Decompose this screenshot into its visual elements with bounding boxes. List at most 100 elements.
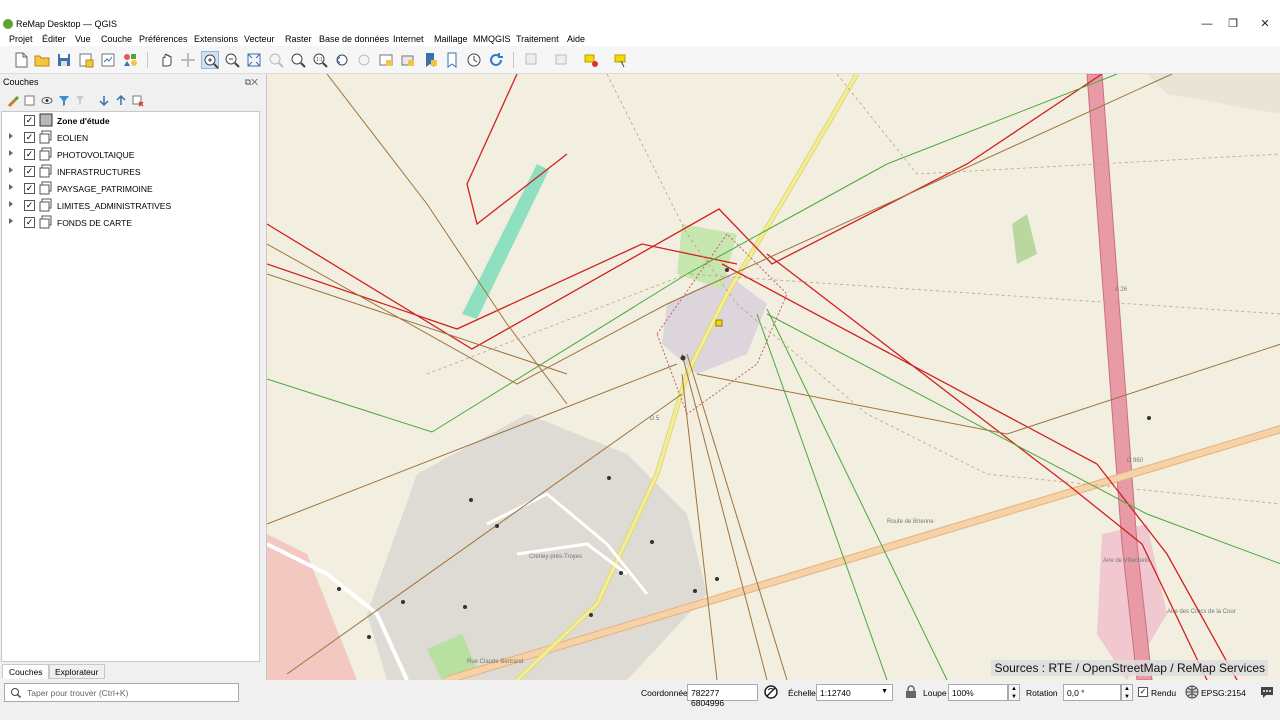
show-bookmarks-icon[interactable] — [443, 51, 461, 69]
magnifier-field[interactable]: 100% — [948, 684, 1008, 701]
layer-group-paysage-patrimoine[interactable]: ✓ PAYSAGE_PATRIMOINE — [2, 180, 257, 197]
close-button[interactable]: ✕ — [1251, 16, 1279, 32]
new-bookmark-icon[interactable] — [421, 51, 439, 69]
globe-crs-icon[interactable] — [1185, 685, 1199, 699]
map-canvas[interactable]: A 26 D 960 D 5 Creney-près-Troyes Route … — [266, 74, 1280, 680]
filter-icon[interactable] — [57, 94, 71, 107]
layer-row-zone-etude[interactable]: ✓ Zone d'étude — [2, 112, 257, 129]
layer-checkbox[interactable]: ✓ — [24, 115, 35, 126]
layer-name: INFRASTRUCTURES — [57, 167, 141, 177]
add-group-icon[interactable] — [23, 94, 37, 107]
menu-mmqgis[interactable]: MMQGIS — [473, 34, 511, 44]
menu-maillage[interactable]: Maillage — [434, 34, 468, 44]
layer-group-icon — [39, 198, 53, 212]
messages-icon[interactable] — [1259, 685, 1275, 699]
menu-raster[interactable]: Raster — [285, 34, 312, 44]
menu-base-de-donnees[interactable]: Base de données — [319, 34, 389, 44]
select-by-expression-icon[interactable] — [613, 51, 631, 69]
menu-editer[interactable]: Éditer — [42, 34, 66, 44]
expand-arrow-icon[interactable] — [9, 184, 13, 190]
magnifier-label: Loupe — [923, 688, 947, 698]
expand-arrow-icon[interactable] — [9, 150, 13, 156]
expand-arrow-icon[interactable] — [9, 218, 13, 224]
layer-checkbox[interactable]: ✓ — [24, 132, 35, 143]
menu-couche[interactable]: Couche — [101, 34, 132, 44]
open-project-icon[interactable] — [33, 51, 51, 69]
new-project-icon[interactable] — [12, 51, 30, 69]
menu-extensions[interactable]: Extensions — [194, 34, 238, 44]
layer-checkbox[interactable]: ✓ — [24, 166, 35, 177]
menu-projet[interactable]: Projet — [9, 34, 33, 44]
panel-controls[interactable]: ⧉✕ — [245, 77, 258, 88]
rotation-field[interactable]: 0,0 ° — [1063, 684, 1121, 701]
rotation-spinner[interactable]: ▲ ▼ — [1121, 684, 1133, 701]
chevron-down-icon: ▼ — [881, 688, 888, 695]
deselect-all-icon[interactable] — [583, 51, 601, 69]
identify-features-icon[interactable] — [523, 51, 541, 69]
menu-bar: Projet Éditer Vue Couche Préférences Ext… — [0, 32, 1280, 46]
filter-expression-icon[interactable] — [74, 94, 88, 107]
pan-map-icon[interactable] — [157, 51, 175, 69]
menu-internet[interactable]: Internet — [393, 34, 424, 44]
select-features-icon[interactable] — [553, 51, 571, 69]
pan-to-selection-icon[interactable] — [179, 51, 197, 69]
search-input[interactable] — [27, 686, 232, 700]
style-manager-icon[interactable] — [121, 51, 139, 69]
layer-group-infrastructures[interactable]: ✓ INFRASTRUCTURES — [2, 163, 257, 180]
layer-group-fonds-de-carte[interactable]: ✓ FONDS DE CARTE — [2, 214, 257, 231]
expand-arrow-icon[interactable] — [9, 133, 13, 139]
expand-arrow-icon[interactable] — [9, 167, 13, 173]
expand-arrow-icon[interactable] — [9, 201, 13, 207]
menu-preferences[interactable]: Préférences — [139, 34, 188, 44]
refresh-icon[interactable] — [487, 51, 505, 69]
status-bar: Coordonnée 782277 6804996 Échelle 1:1274… — [0, 680, 1280, 720]
style-brush-icon[interactable] — [6, 94, 20, 107]
remove-layer-icon[interactable] — [131, 94, 145, 107]
new-map-view-icon[interactable] — [377, 51, 395, 69]
minimize-button[interactable]: — — [1193, 16, 1221, 32]
layer-group-eolien[interactable]: ✓ EOLIEN — [2, 129, 257, 146]
coordinate-field[interactable]: 782277 6804996 — [687, 684, 758, 708]
magnifier-spinner[interactable]: ▲ ▼ — [1008, 684, 1020, 701]
scale-selector[interactable]: 1:12740 ▼ — [816, 684, 893, 701]
layer-checkbox[interactable]: ✓ — [24, 149, 35, 160]
menu-vecteur[interactable]: Vecteur — [244, 34, 275, 44]
collapse-all-icon[interactable] — [114, 94, 128, 107]
lock-scale-icon[interactable] — [905, 685, 917, 699]
save-project-icon[interactable] — [55, 51, 73, 69]
render-label: Rendu — [1151, 688, 1177, 698]
eye-icon[interactable] — [40, 94, 54, 107]
zoom-next-icon[interactable] — [355, 51, 373, 69]
layer-group-limites-administratives[interactable]: ✓ LIMITES_ADMINISTRATIVES — [2, 197, 257, 214]
menu-vue[interactable]: Vue — [75, 34, 91, 44]
locator-search-box[interactable] — [4, 683, 239, 702]
zoom-native-icon[interactable]: 1:1 — [311, 51, 329, 69]
save-as-icon[interactable] — [77, 51, 95, 69]
render-checkbox[interactable]: ✓ — [1138, 687, 1148, 697]
layer-group-photovoltaique[interactable]: ✓ PHOTOVOLTAIQUE — [2, 146, 257, 163]
layer-name: EOLIEN — [57, 133, 89, 143]
maximize-button[interactable]: ❐ — [1219, 16, 1247, 32]
print-layout-icon[interactable] — [99, 51, 117, 69]
expand-all-icon[interactable] — [97, 94, 111, 107]
rotation-label: Rotation — [1026, 688, 1058, 698]
layer-checkbox[interactable]: ✓ — [24, 183, 35, 194]
zoom-last-icon[interactable] — [333, 51, 351, 69]
zoom-out-icon[interactable] — [223, 51, 241, 69]
tab-explorateur[interactable]: Explorateur — [48, 664, 106, 679]
temporal-controller-icon[interactable] — [465, 51, 483, 69]
layer-checkbox[interactable]: ✓ — [24, 200, 35, 211]
layer-group-icon — [39, 130, 53, 144]
zoom-to-layer-icon[interactable] — [289, 51, 307, 69]
menu-traitement[interactable]: Traitement — [516, 34, 559, 44]
toggle-extents-icon[interactable] — [763, 684, 779, 700]
zoom-to-selection-icon[interactable] — [267, 51, 285, 69]
crs-button[interactable]: EPSG:2154 — [1201, 688, 1246, 698]
layer-checkbox[interactable]: ✓ — [24, 217, 35, 228]
zoom-full-icon[interactable] — [245, 51, 263, 69]
new-3d-view-icon[interactable] — [399, 51, 417, 69]
menu-aide[interactable]: Aide — [567, 34, 585, 44]
tab-couches[interactable]: Couches — [2, 664, 50, 679]
zoom-in-icon[interactable] — [201, 51, 219, 69]
search-icon — [11, 688, 22, 699]
